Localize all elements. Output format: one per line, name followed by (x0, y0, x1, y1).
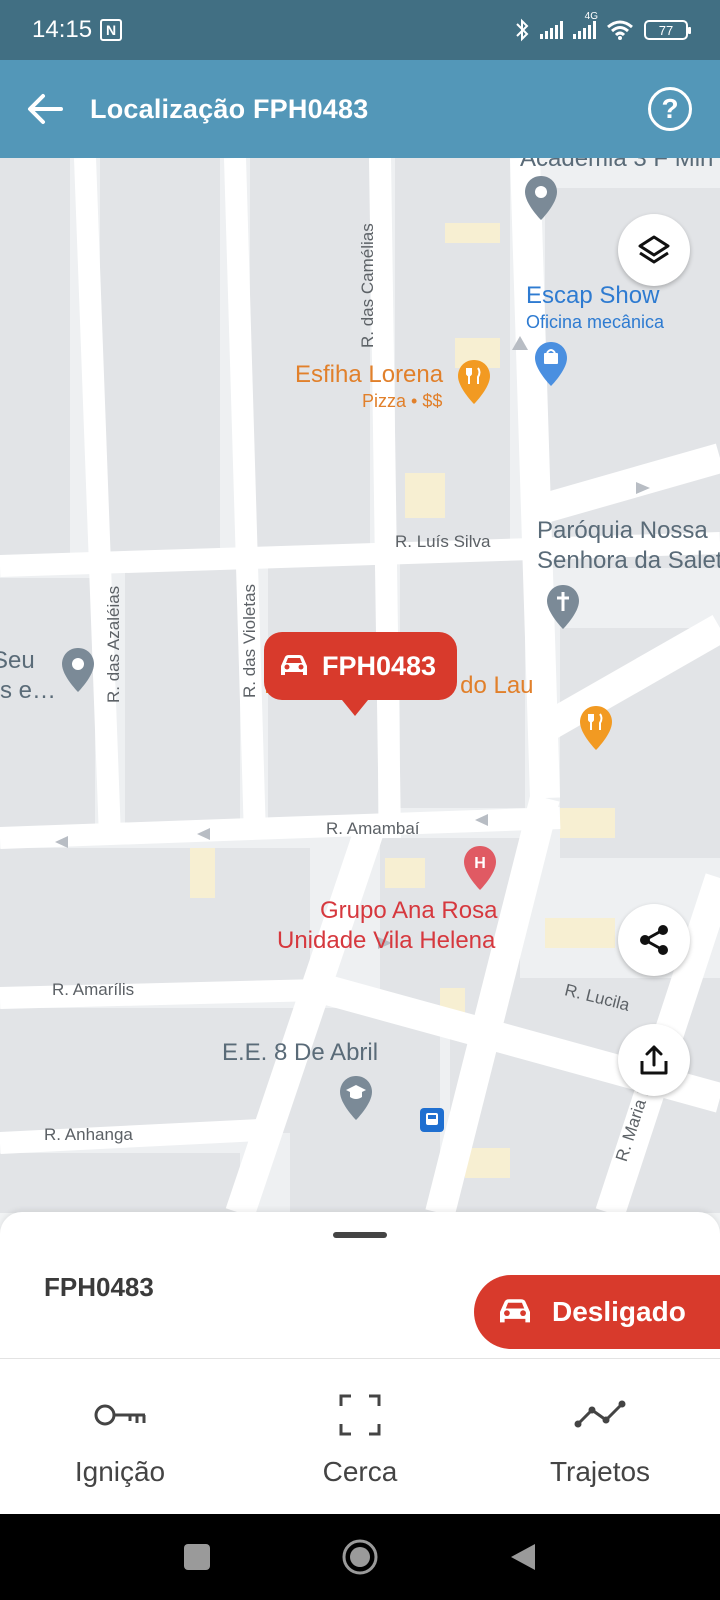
action-label: Ignição (74, 1456, 166, 1487)
status-bar: 14:15 N 4G 77 (0, 0, 720, 60)
street-label: R. Luís Silva (395, 532, 491, 551)
map-view[interactable]: R. das Camélias R. Luís Silva R. das Aza… (0, 158, 720, 1213)
back-button[interactable] (0, 60, 90, 158)
battery-level: 77 (658, 22, 674, 38)
help-button[interactable]: ? (648, 87, 692, 131)
upload-icon (640, 1045, 668, 1075)
vehicle-marker-plate: FPH0483 (322, 650, 437, 681)
fence-action-button[interactable]: Cerca (240, 1362, 480, 1512)
signal-icon (540, 21, 563, 39)
bus-stop-icon[interactable] (420, 1108, 444, 1132)
action-label: Cerca (322, 1456, 398, 1487)
poi-grupo-line1[interactable]: Grupo Ana Rosa (320, 896, 497, 926)
poi-esfiha-type: Pizza • $$ (362, 391, 443, 411)
ignition-status-badge[interactable]: Desligado (474, 1275, 720, 1349)
bluetooth-icon (516, 18, 529, 42)
help-icon: ? (661, 93, 679, 124)
vehicle-marker[interactable]: FPH0483 (264, 632, 457, 716)
battery-icon: 77 (644, 20, 691, 40)
signal-4g-icon: 4G (573, 11, 598, 39)
shopping-pin-icon[interactable] (533, 340, 569, 388)
back-nav-button[interactable] (509, 1542, 537, 1572)
key-icon (94, 1404, 146, 1426)
action-bar: Ignição Cerca Trajetos (0, 1362, 720, 1512)
school-pin-icon[interactable] (338, 1074, 374, 1122)
street-label: R. das Camélias (358, 223, 377, 348)
church-pin-icon[interactable] (545, 583, 581, 631)
share-icon (640, 925, 668, 955)
poi-paroquia-line2: Senhora da Salet (537, 547, 720, 574)
ignition-action-button[interactable]: Ignição (0, 1362, 240, 1512)
share-button[interactable] (618, 904, 690, 976)
arrow-left-icon (28, 94, 63, 124)
car-icon (281, 655, 307, 675)
poi-grupo-line2: Unidade Vila Helena (277, 927, 496, 954)
home-button[interactable] (341, 1538, 379, 1576)
street-label: R. Amambaí (326, 819, 420, 838)
restaurant-pin-icon[interactable] (456, 358, 492, 406)
recents-button[interactable] (183, 1543, 211, 1571)
car-icon (500, 1299, 530, 1323)
action-label: Trajetos (549, 1456, 651, 1487)
network-label: 4G (584, 11, 598, 22)
nfc-icon: N (100, 19, 123, 41)
street-label: R. Anhanga (44, 1125, 133, 1144)
street-label: R. das Violetas (240, 583, 259, 698)
poi-paroquia-line1[interactable]: Paróquia Nossa (537, 516, 708, 546)
wifi-icon (607, 20, 633, 40)
poi-esfiha-name[interactable]: Esfiha Lorena (295, 361, 443, 389)
hospital-pin-icon[interactable]: H (462, 844, 498, 892)
fence-icon (339, 1394, 381, 1436)
app-bar: Localização FPH0483 ? (0, 60, 720, 158)
poi-seu-line2: s e… (0, 677, 57, 704)
vehicle-sheet: FPH0483 Desligado Ignição Cerca Trajetos (0, 1212, 720, 1514)
poi-escola-label[interactable]: E.E. 8 De Abril (222, 1038, 378, 1068)
svg-text:H: H (474, 855, 486, 872)
poi-seu-line1: Seu (0, 647, 35, 674)
export-button[interactable] (618, 1024, 690, 1096)
street-label: R. das Azaléias (104, 585, 123, 703)
route-icon (574, 1400, 626, 1428)
layers-button[interactable] (618, 214, 690, 286)
poi-academia-label: Academia 3 F Min (520, 158, 714, 172)
system-nav-bar (0, 1514, 720, 1600)
drag-handle[interactable] (333, 1232, 387, 1238)
map-pin-icon[interactable] (523, 174, 559, 222)
poi-escap-type: Oficina mecânica (526, 312, 665, 332)
layers-icon (638, 235, 670, 264)
routes-action-button[interactable]: Trajetos (480, 1362, 720, 1512)
restaurant-pin-icon[interactable] (578, 704, 614, 752)
poi-escap-name[interactable]: Escap Show (526, 282, 659, 310)
map-pin-icon[interactable] (60, 646, 96, 694)
vehicle-plate: FPH0483 (44, 1272, 154, 1302)
status-time: 14:15 (32, 16, 93, 43)
ignition-status-label: Desligado (552, 1296, 686, 1327)
page-title: Localização FPH0483 (90, 93, 369, 124)
divider (0, 1358, 720, 1359)
street-label: R. Amarílis (52, 980, 135, 999)
